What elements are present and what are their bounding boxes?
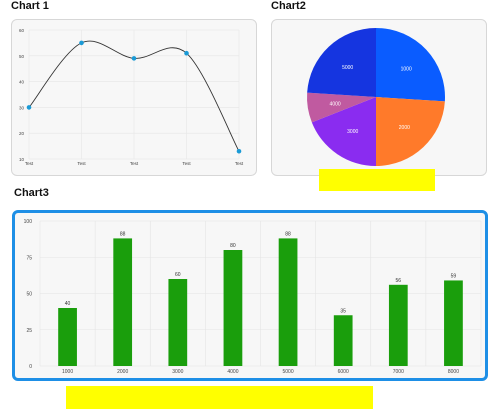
chart3-bar-label: 40 [65,301,71,307]
chart3-y-tick: 75 [26,255,32,261]
chart3-bar [58,308,77,366]
chart3-x-tick: 2000 [117,369,128,375]
chart3-bar-label: 88 [285,231,291,237]
chart1-point [236,148,242,154]
chart3-bar [113,238,133,366]
chart1-y-tick: 50 [19,54,25,59]
chart3-bar-label: 56 [396,278,402,284]
chart3-bar [223,250,243,366]
chart2-slice [307,28,376,97]
chart3-x-tick: 4000 [227,369,238,375]
chart1-y-tick: 40 [19,80,25,85]
chart3-y-tick: 100 [24,219,33,225]
chart3-bar [444,280,463,366]
highlight-under-chart2 [319,169,435,191]
highlight-under-chart3 [66,386,373,409]
chart3-plot: 0 25 50 75 100 40 1000 88 2000 60 3000 80 4000 88 5000… [24,219,482,375]
chart1-x-tick: Test [182,161,191,166]
chart3-y-tick: 50 [26,292,32,298]
chart3-title: Chart3 [14,187,49,199]
chart3-y-tick: 0 [29,364,32,370]
chart1-point [184,50,189,56]
chart3-bar-label: 80 [230,243,236,249]
chart1-y-tick: 20 [19,131,25,136]
chart1-point [79,40,84,46]
chart2-slice [376,28,445,102]
chart1-x-tick: Test [235,161,244,166]
chart3-x-tick: 8000 [448,369,459,375]
chart3-bar-label: 88 [120,231,126,237]
chart3-bar-label: 35 [340,308,346,314]
chart3-card[interactable]: 0 25 50 75 100 40 1000 88 2000 60 3000 80 4000 88 5000… [12,210,488,381]
chart3-x-tick: 1000 [62,369,73,375]
chart1-x-tick: Test [77,161,86,166]
chart1-plot: 10 20 30 40 50 60 Test Test Test Test Test [19,28,244,166]
chart3-y-tick: 25 [26,328,32,334]
chart1-point [131,56,137,61]
chart2-title: Chart2 [271,0,306,12]
chart1-y-tick: 30 [19,105,25,110]
chart1-x-tick: Test [130,161,139,166]
chart2-slice-label: 1000 [401,67,412,73]
chart1-card[interactable]: 10 20 30 40 50 60 Test Test Test Test Test [11,19,257,176]
chart3-bar [388,284,408,366]
chart3-bar-label: 60 [175,272,181,278]
chart2-card[interactable]: 1000 2000 3000 4000 5000 [271,19,487,176]
chart2-slice-label: 2000 [399,125,410,131]
chart1-x-tick: Test [25,161,34,166]
chart2-slice-label: 3000 [347,129,358,135]
chart1-title: Chart 1 [11,0,49,12]
chart3-bar [168,279,188,366]
chart2-plot: 1000 2000 3000 4000 5000 [307,28,445,166]
chart3-x-tick: 6000 [338,369,349,375]
chart3-bar [333,315,353,366]
chart1-y-tick: 10 [19,157,25,162]
chart2-slice-label: 4000 [330,101,341,107]
chart1-point [26,105,32,110]
chart3-bar-label: 59 [451,273,457,279]
chart3-x-tick: 5000 [283,369,294,375]
chart1-y-tick: 60 [19,28,25,33]
chart3-x-tick: 7000 [393,369,404,375]
chart3-x-tick: 3000 [172,369,183,375]
chart2-slice [376,97,445,166]
chart3-bar [278,238,298,366]
chart2-slice-label: 5000 [342,65,353,71]
